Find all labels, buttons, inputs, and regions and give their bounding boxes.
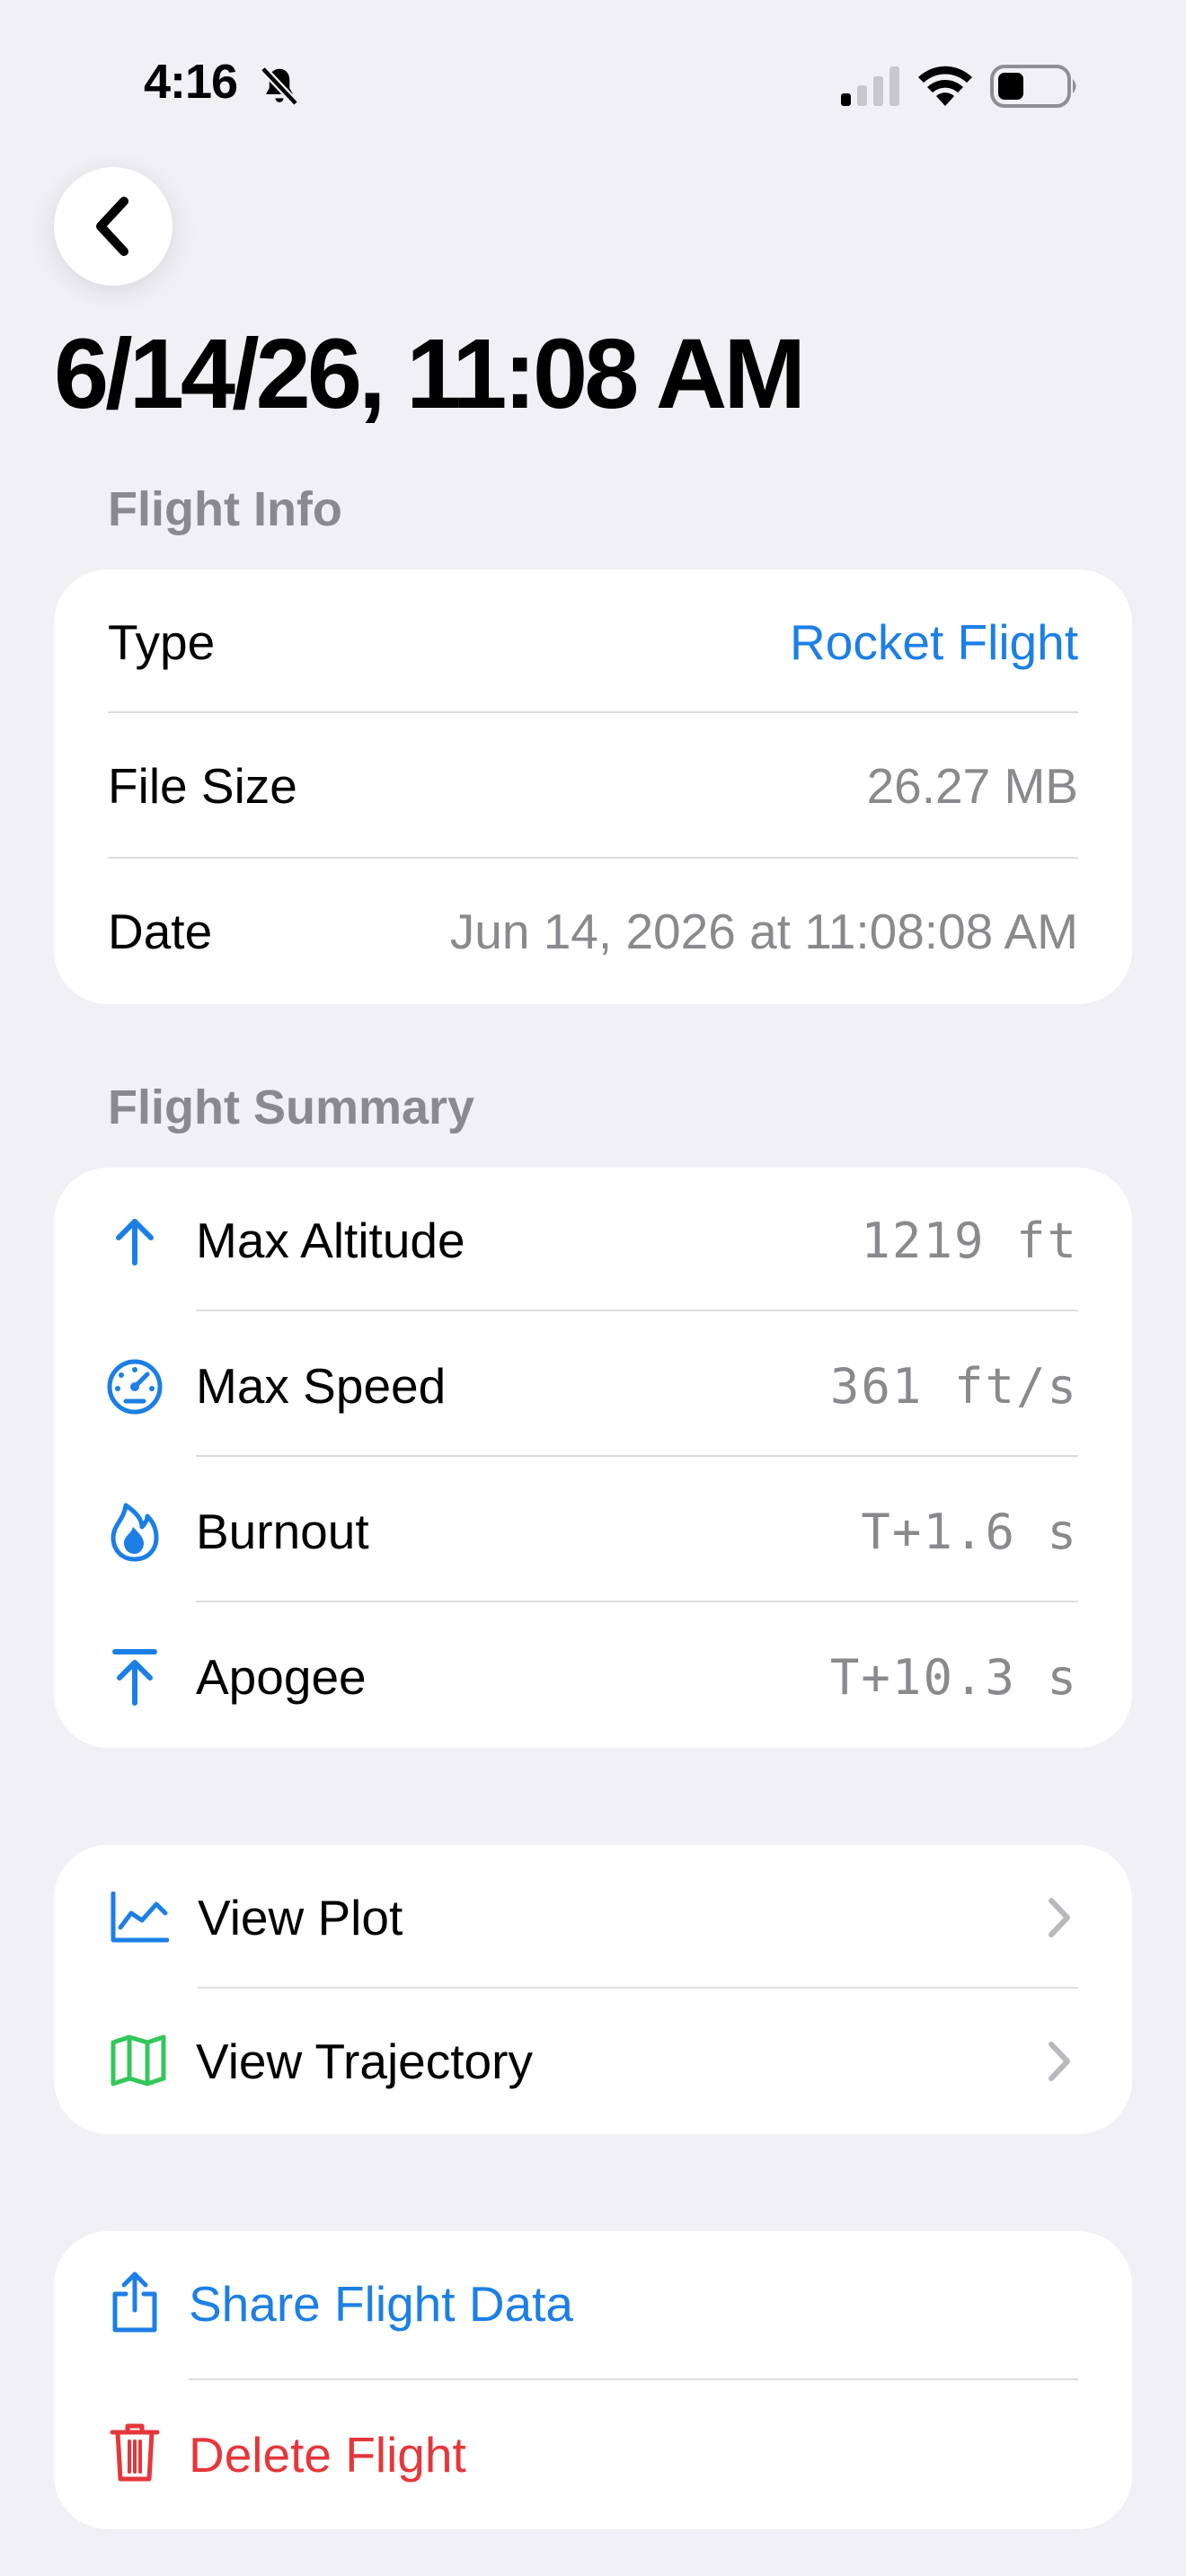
share-icon — [112, 2272, 157, 2333]
delete-flight-button[interactable]: Delete Flight — [54, 2382, 1132, 2527]
view-plot-row[interactable]: View Plot — [54, 1845, 1132, 1990]
summary-value-apogee: T+10.3 s — [829, 1648, 1078, 1706]
info-value-file-size: 26.27 MB — [866, 758, 1078, 814]
info-value-date: Jun 14, 2026 at 11:08:08 AM — [449, 904, 1078, 959]
divider — [196, 1310, 1078, 1311]
share-flight-data-button[interactable]: Share Flight Data — [54, 2231, 1132, 2377]
bell-slash-icon — [260, 66, 299, 107]
summary-row-apogee: Apogee T+10.3 s — [54, 1604, 1132, 1750]
share-flight-data-label: Share Flight Data — [189, 2276, 573, 2332]
summary-row-burnout: Burnout T+1.6 s — [54, 1459, 1132, 1604]
summary-row-max-altitude: Max Altitude 1219 ft — [54, 1168, 1132, 1313]
chevron-right-icon — [1049, 2042, 1070, 2081]
flight-info-section-label: Flight Info — [108, 482, 342, 536]
chevron-right-icon — [1049, 1898, 1070, 1937]
summary-label-burnout: Burnout — [196, 1504, 369, 1559]
cellular-signal-icon — [841, 66, 899, 106]
info-row-file-size: File Size 26.27 MB — [54, 713, 1132, 859]
back-button[interactable] — [54, 167, 173, 286]
info-label-file-size: File Size — [108, 758, 297, 814]
info-row-type: Type Rocket Flight — [54, 569, 1132, 715]
arrow-up-to-line-icon — [112, 1649, 157, 1706]
info-row-date: Date Jun 14, 2026 at 11:08:08 AM — [54, 859, 1132, 1004]
speedometer-icon — [107, 1359, 163, 1415]
summary-value-max-speed: 361 ft/s — [829, 1357, 1078, 1415]
summary-row-max-speed: Max Speed 361 ft/s — [54, 1313, 1132, 1459]
summary-label-max-altitude: Max Altitude — [196, 1213, 465, 1268]
trash-icon — [110, 2423, 160, 2482]
wifi-icon — [918, 66, 972, 106]
status-time: 4:16 — [144, 55, 238, 109]
delete-flight-label: Delete Flight — [189, 2427, 466, 2483]
line-chart-icon — [111, 1892, 169, 1943]
chevron-left-icon — [96, 197, 128, 256]
view-trajectory-label: View Trajectory — [196, 2033, 533, 2089]
map-icon — [111, 2034, 166, 2086]
flame-icon — [111, 1503, 159, 1562]
views-card: View Plot View Trajectory — [54, 1845, 1132, 2134]
view-trajectory-row[interactable]: View Trajectory — [54, 1989, 1132, 2134]
flight-summary-card: Max Altitude 1219 ft Max Speed 361 ft/s … — [54, 1168, 1132, 1748]
page-title: 6/14/26, 11:08 AM — [54, 319, 806, 429]
summary-value-max-altitude: 1219 ft — [861, 1212, 1078, 1269]
view-plot-label: View Plot — [198, 1890, 403, 1945]
divider — [196, 1455, 1078, 1457]
divider — [196, 1601, 1078, 1602]
arrow-up-icon — [116, 1219, 154, 1266]
actions-card: Share Flight Data Delete Flight — [54, 2231, 1132, 2529]
info-label-date: Date — [108, 904, 213, 959]
info-label-type: Type — [108, 614, 216, 670]
flight-info-card: Type Rocket Flight File Size 26.27 MB Da… — [54, 569, 1132, 1004]
info-value-type[interactable]: Rocket Flight — [790, 613, 1078, 671]
battery-icon — [990, 65, 1076, 108]
summary-label-max-speed: Max Speed — [196, 1358, 447, 1414]
flight-summary-section-label: Flight Summary — [108, 1081, 475, 1134]
summary-value-burnout: T+1.6 s — [861, 1503, 1078, 1560]
divider — [189, 2378, 1078, 2380]
summary-label-apogee: Apogee — [196, 1649, 367, 1705]
